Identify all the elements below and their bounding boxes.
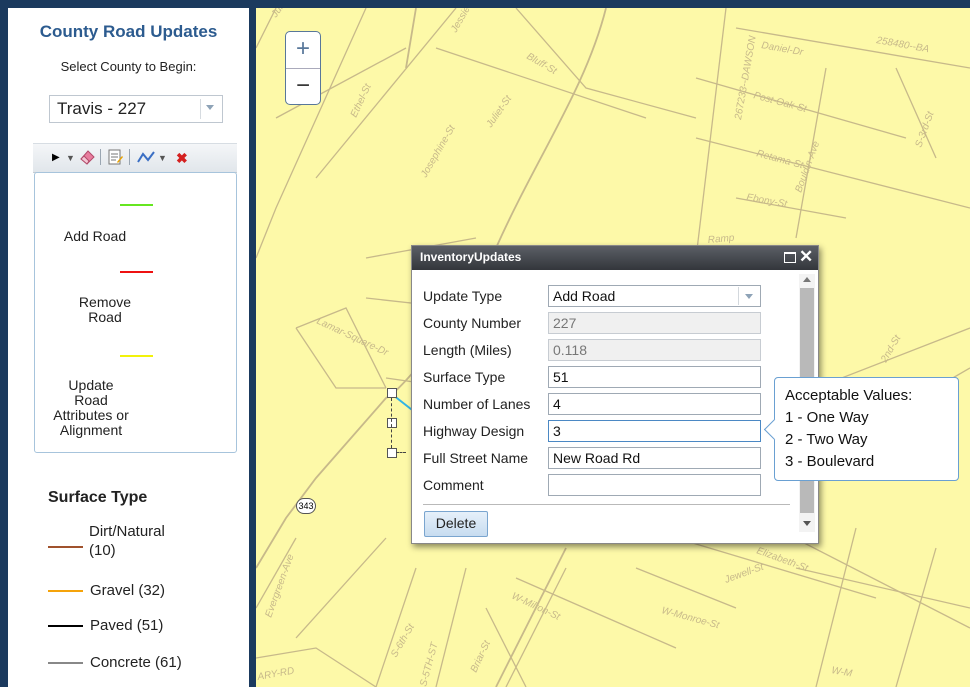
field-label-comment: Comment bbox=[423, 477, 484, 493]
field-label-county-number: County Number bbox=[423, 315, 522, 331]
edit-sketch-line bbox=[396, 452, 406, 453]
svg-text:Briar-St: Briar-St bbox=[469, 638, 494, 674]
edit-sketch-line bbox=[391, 398, 392, 448]
svg-text:Juliet-St: Juliet-St bbox=[269, 8, 300, 21]
legend-swatch-concrete bbox=[48, 662, 83, 664]
scroll-down-icon[interactable] bbox=[803, 521, 811, 526]
app-title: County Road Updates bbox=[39, 22, 218, 41]
svg-text:Ebony-St: Ebony-St bbox=[745, 192, 789, 210]
svg-text:Daniel-Dr: Daniel-Dr bbox=[760, 40, 804, 58]
vertex-handle[interactable] bbox=[387, 448, 397, 458]
legend-label-concrete: Concrete (61) bbox=[90, 654, 182, 671]
svg-text:267233--DAWSON: 267233--DAWSON bbox=[733, 34, 759, 121]
zoom-in-button[interactable]: + bbox=[286, 32, 320, 68]
svg-text:Ramp: Ramp bbox=[707, 233, 735, 246]
surface-type-field[interactable]: 51 bbox=[548, 366, 761, 388]
select-dropdown-icon[interactable]: ▼ bbox=[66, 149, 75, 167]
acceptable-values-tooltip: Acceptable Values: 1 - One Way 2 - Two W… bbox=[763, 377, 959, 481]
tooltip-line: 1 - One Way bbox=[785, 409, 869, 426]
template-label-add-road[interactable]: Add Road bbox=[45, 228, 145, 244]
county-number-field: 227 bbox=[548, 312, 761, 334]
tooltip-line: 2 - Two Way bbox=[785, 431, 868, 448]
county-select-value: Travis - 227 bbox=[57, 99, 147, 118]
template-picker: Add Road Remove Road Update Road Attribu… bbox=[34, 172, 237, 453]
popup-title: InventoryUpdates bbox=[420, 250, 522, 264]
svg-text:ARY-RD: ARY-RD bbox=[256, 666, 295, 683]
chevron-down-icon[interactable] bbox=[738, 287, 759, 305]
county-select[interactable]: Travis - 227 bbox=[49, 95, 223, 123]
legend-label-paved: Paved (51) bbox=[90, 617, 164, 634]
select-arrow-icon[interactable]: ▶ bbox=[52, 149, 60, 167]
legend-label-gravel: Gravel (32) bbox=[90, 582, 166, 599]
update-road-swatch[interactable] bbox=[120, 355, 153, 357]
svg-text:Juliet-St: Juliet-St bbox=[484, 93, 515, 131]
editor-toolbar: ▶ ▼ ▼ ✖ bbox=[33, 143, 237, 173]
reshape-dropdown-icon[interactable]: ▼ bbox=[158, 149, 167, 167]
svg-text:Retama-St: Retama-St bbox=[755, 148, 805, 171]
eraser-icon[interactable] bbox=[78, 149, 96, 167]
svg-text:Post-Oak-St: Post-Oak-St bbox=[752, 90, 809, 115]
comment-field[interactable] bbox=[548, 474, 761, 496]
svg-text:Ethel-St: Ethel-St bbox=[349, 81, 375, 119]
field-label-highway-design: Highway Design bbox=[423, 423, 525, 439]
county-select-label: Select County to Begin: bbox=[60, 59, 197, 74]
full-street-name-field[interactable]: New Road Rd bbox=[548, 447, 761, 469]
sidebar: County Road Updates Select County to Beg… bbox=[8, 8, 249, 687]
svg-text:W-Monroe-St: W-Monroe-St bbox=[660, 605, 721, 631]
legend-swatch-dirt bbox=[48, 546, 83, 548]
legend-swatch-paved bbox=[48, 625, 83, 627]
field-label-surface-type: Surface Type bbox=[423, 369, 506, 385]
svg-text:Jewell-St: Jewell-St bbox=[722, 561, 766, 586]
svg-text:S-6th-St: S-6th-St bbox=[389, 621, 417, 659]
length-field: 0.118 bbox=[548, 339, 761, 361]
template-label-update-road[interactable]: Update Road Attributes or Alignment bbox=[41, 378, 141, 438]
scroll-up-icon[interactable] bbox=[803, 277, 811, 282]
toolbar-divider bbox=[100, 149, 101, 165]
chevron-down-icon[interactable] bbox=[200, 99, 219, 119]
delete-button[interactable]: Delete bbox=[424, 511, 488, 537]
attribute-popup: InventoryUpdates ✕ Update Type Add Road … bbox=[411, 245, 819, 544]
field-label-update-type: Update Type bbox=[423, 288, 503, 304]
template-label-remove-road[interactable]: Remove Road bbox=[55, 295, 155, 325]
svg-text:258480--BA: 258480--BA bbox=[874, 35, 930, 55]
field-label-full-street-name: Full Street Name bbox=[423, 450, 529, 466]
vertex-handle[interactable] bbox=[387, 388, 397, 398]
svg-text:W-M: W-M bbox=[830, 665, 853, 680]
toolbar-divider bbox=[129, 149, 130, 165]
vertex-handles[interactable] bbox=[386, 388, 406, 458]
maximize-icon[interactable] bbox=[784, 252, 796, 263]
reshape-icon[interactable] bbox=[137, 149, 155, 167]
legend-label-dirt: Dirt/Natural (10) bbox=[89, 523, 165, 559]
vertex-handle[interactable] bbox=[387, 418, 397, 428]
highway-shield: 343 bbox=[296, 498, 316, 514]
field-label-number-of-lanes: Number of Lanes bbox=[423, 396, 531, 412]
remove-road-swatch[interactable] bbox=[120, 271, 153, 273]
update-type-select[interactable]: Add Road bbox=[548, 285, 761, 307]
attributes-icon[interactable] bbox=[107, 149, 123, 167]
legend-swatch-gravel bbox=[48, 590, 83, 592]
zoom-out-button[interactable]: − bbox=[286, 68, 320, 105]
svg-text:Bluff-St: Bluff-St bbox=[525, 51, 560, 78]
svg-text:Josephine-St: Josephine-St bbox=[419, 122, 459, 180]
zoom-control: + − bbox=[285, 31, 321, 105]
close-icon[interactable]: ✕ bbox=[799, 248, 813, 266]
tooltip-line: 3 - Boulevard bbox=[785, 453, 875, 470]
update-type-value: Add Road bbox=[553, 288, 616, 304]
legend-title: Surface Type bbox=[48, 489, 148, 506]
popup-titlebar[interactable]: InventoryUpdates ✕ bbox=[412, 246, 818, 270]
divider bbox=[423, 504, 790, 505]
delete-feature-icon[interactable]: ✖ bbox=[176, 149, 188, 167]
number-of-lanes-field[interactable]: 4 bbox=[548, 393, 761, 415]
svg-text:2nd-St: 2nd-St bbox=[879, 332, 904, 365]
highway-design-field[interactable]: 3 bbox=[548, 420, 761, 442]
add-road-swatch[interactable] bbox=[120, 204, 153, 206]
tooltip-heading: Acceptable Values: bbox=[785, 387, 913, 404]
field-label-length: Length (Miles) bbox=[423, 342, 512, 358]
